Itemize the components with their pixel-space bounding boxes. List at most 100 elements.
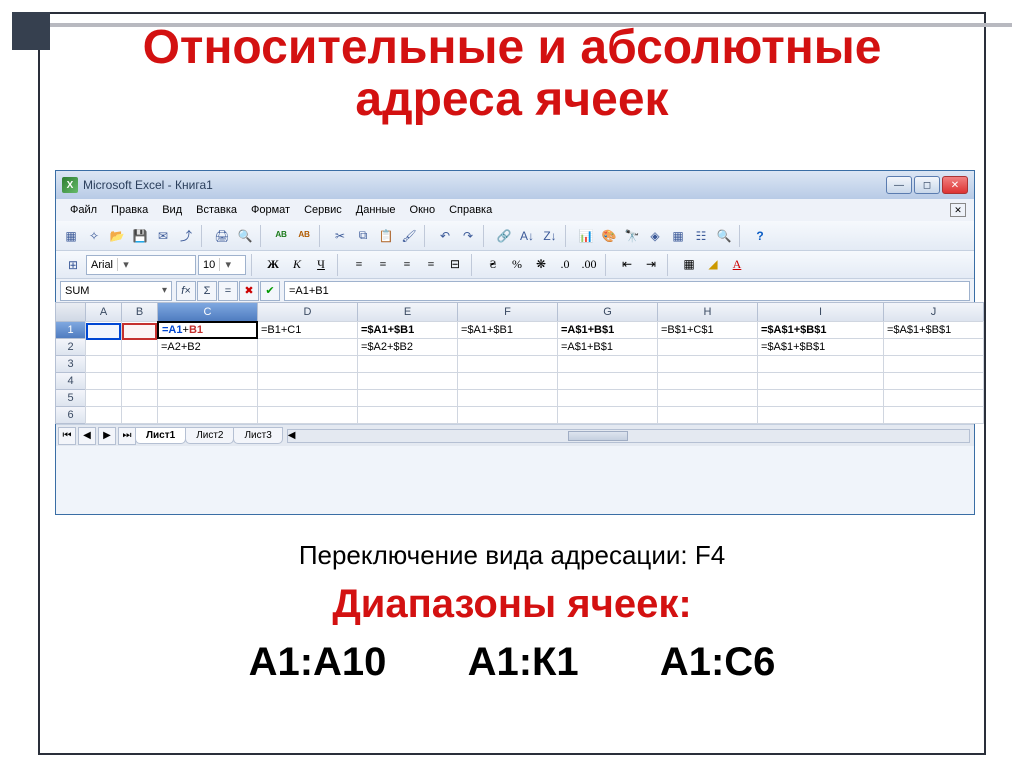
justify-icon[interactable]: ≡: [420, 254, 442, 276]
cell-G3[interactable]: [557, 355, 658, 373]
sum-button[interactable]: Σ: [197, 281, 217, 301]
cell-A3[interactable]: [85, 355, 122, 373]
equals-button[interactable]: =: [218, 281, 238, 301]
cell-E5[interactable]: [357, 389, 458, 407]
cell-I4[interactable]: [757, 372, 884, 390]
nav-icon[interactable]: ◈: [644, 225, 666, 247]
sheet-tab-2[interactable]: Лист2: [185, 427, 234, 444]
menu-file[interactable]: Файл: [64, 202, 103, 218]
scrollbar-thumb[interactable]: [568, 431, 628, 441]
copy-icon[interactable]: ⧉: [352, 225, 374, 247]
menu-format[interactable]: Формат: [245, 202, 296, 218]
cell-B2[interactable]: [121, 338, 158, 356]
cell-B1[interactable]: [121, 321, 158, 339]
cell-I3[interactable]: [757, 355, 884, 373]
scroll-left-icon[interactable]: ◀: [288, 430, 296, 441]
border-icon[interactable]: ▦: [678, 254, 700, 276]
autocheck-icon[interactable]: ᴬᴮ: [293, 225, 315, 247]
size-combo[interactable]: 10 ▾: [198, 255, 246, 275]
select-all-corner[interactable]: [55, 302, 86, 322]
currency-icon[interactable]: ₴: [482, 254, 504, 276]
align-center-icon[interactable]: ≡: [372, 254, 394, 276]
cell-F3[interactable]: [457, 355, 558, 373]
close-button[interactable]: ✕: [942, 176, 968, 194]
sheet-tab-1[interactable]: Лист1: [135, 427, 186, 444]
col-header-G[interactable]: G: [557, 302, 658, 322]
cell-C2[interactable]: =A2+B2: [157, 338, 258, 356]
tab-nav-last-icon[interactable]: ⏭: [118, 427, 136, 445]
cut-icon[interactable]: ✂: [329, 225, 351, 247]
cell-D2[interactable]: [257, 338, 358, 356]
cell-A1[interactable]: [85, 321, 122, 339]
cell-F2[interactable]: [457, 338, 558, 356]
col-header-H[interactable]: H: [657, 302, 758, 322]
cell-G5[interactable]: [557, 389, 658, 407]
cell-J4[interactable]: [883, 372, 984, 390]
spreadsheet-grid[interactable]: A B C D E F G H I J 1 =A1+B1 =B1+C1 =$A1…: [56, 303, 974, 424]
print-icon[interactable]: 🖨: [211, 225, 233, 247]
cancel-formula-button[interactable]: ✖: [239, 281, 259, 301]
sort-asc-icon[interactable]: A↓: [516, 225, 538, 247]
chart-icon[interactable]: 📊: [575, 225, 597, 247]
font-combo[interactable]: Arial ▾: [86, 255, 196, 275]
cell-D6[interactable]: [257, 406, 358, 424]
name-box[interactable]: SUM ▾: [60, 281, 172, 301]
cell-E2[interactable]: =$A2+$B2: [357, 338, 458, 356]
menu-insert[interactable]: Вставка: [190, 202, 243, 218]
preview-icon[interactable]: 🔍: [234, 225, 256, 247]
bold-button[interactable]: Ж: [262, 254, 284, 276]
export-icon[interactable]: ⤴: [175, 225, 197, 247]
cell-E6[interactable]: [357, 406, 458, 424]
cell-A5[interactable]: [85, 389, 122, 407]
cell-D5[interactable]: [257, 389, 358, 407]
fill-color-icon[interactable]: ◢: [702, 254, 724, 276]
cell-F1[interactable]: =$A1+$B1: [457, 321, 558, 339]
gallery-icon[interactable]: ▦: [667, 225, 689, 247]
format-painter-icon[interactable]: 🖌: [398, 225, 420, 247]
datasource-icon[interactable]: ☷: [690, 225, 712, 247]
menu-help[interactable]: Справка: [443, 202, 498, 218]
formula-input[interactable]: =A1+B1: [284, 281, 970, 301]
cell-C1[interactable]: =A1+B1: [157, 321, 258, 339]
cell-E4[interactable]: [357, 372, 458, 390]
font-color-icon[interactable]: A: [726, 254, 748, 276]
dec-inc-icon[interactable]: .0: [554, 254, 576, 276]
doc-close-button[interactable]: ✕: [950, 203, 966, 217]
cell-E3[interactable]: [357, 355, 458, 373]
percent-icon[interactable]: %: [506, 254, 528, 276]
cell-I6[interactable]: [757, 406, 884, 424]
accept-formula-button[interactable]: ✔: [260, 281, 280, 301]
cell-J6[interactable]: [883, 406, 984, 424]
styles-icon[interactable]: ⊞: [62, 254, 84, 276]
cell-B4[interactable]: [121, 372, 158, 390]
dec-dec-icon[interactable]: .00: [578, 254, 600, 276]
cell-J5[interactable]: [883, 389, 984, 407]
italic-button[interactable]: К: [286, 254, 308, 276]
row-header-2[interactable]: 2: [55, 338, 86, 356]
mail-icon[interactable]: ✉: [152, 225, 174, 247]
indent-dec-icon[interactable]: ⇤: [616, 254, 638, 276]
cell-B5[interactable]: [121, 389, 158, 407]
cell-D4[interactable]: [257, 372, 358, 390]
cell-F5[interactable]: [457, 389, 558, 407]
spellcheck-icon[interactable]: ᴬᴮ: [270, 225, 292, 247]
cell-H3[interactable]: [657, 355, 758, 373]
menu-data[interactable]: Данные: [350, 202, 402, 218]
sheet-tab-3[interactable]: Лист3: [233, 427, 282, 444]
cell-G1[interactable]: =A$1+B$1: [557, 321, 658, 339]
redo-icon[interactable]: ↷: [457, 225, 479, 247]
minimize-button[interactable]: —: [886, 176, 912, 194]
col-header-F[interactable]: F: [457, 302, 558, 322]
cell-G2[interactable]: =A$1+B$1: [557, 338, 658, 356]
row-header-1[interactable]: 1: [55, 321, 86, 339]
hyperlink-icon[interactable]: 🔗: [493, 225, 515, 247]
align-right-icon[interactable]: ≡: [396, 254, 418, 276]
col-header-E[interactable]: E: [357, 302, 458, 322]
cell-A2[interactable]: [85, 338, 122, 356]
col-header-D[interactable]: D: [257, 302, 358, 322]
horizontal-scrollbar[interactable]: ◀: [287, 429, 970, 443]
cell-E1[interactable]: =$A1+$B1: [357, 321, 458, 339]
tab-nav-prev-icon[interactable]: ◀: [78, 427, 96, 445]
open-icon[interactable]: 📂: [106, 225, 128, 247]
cell-B6[interactable]: [121, 406, 158, 424]
